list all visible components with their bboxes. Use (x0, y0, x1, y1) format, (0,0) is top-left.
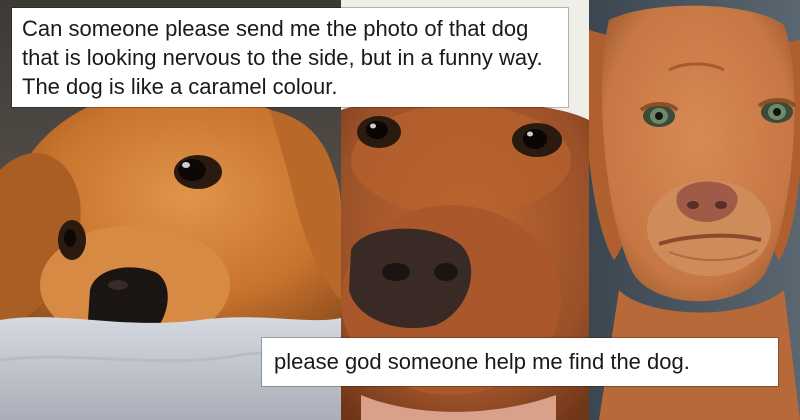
top-caption-box: Can someone please send me the photo of … (12, 8, 568, 107)
top-caption-text: Can someone please send me the photo of … (22, 16, 543, 99)
bottom-caption-text: please god someone help me find the dog. (274, 349, 690, 374)
bottom-caption-box: please god someone help me find the dog. (262, 338, 778, 386)
